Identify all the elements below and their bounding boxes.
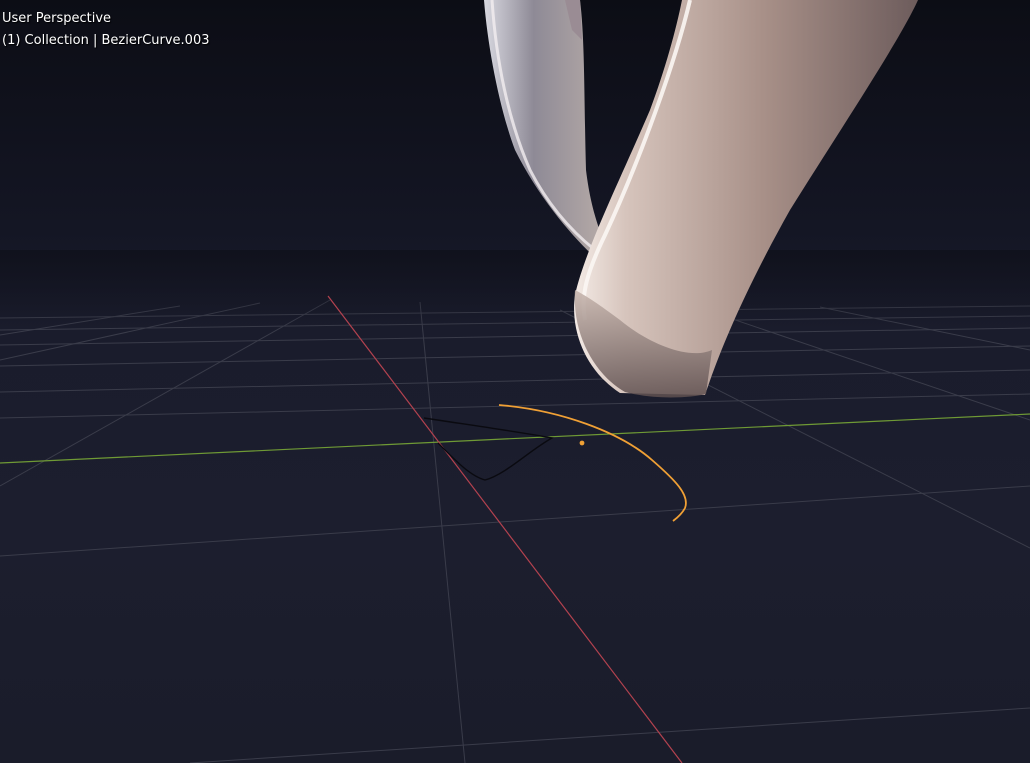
object-origin-point[interactable]	[579, 440, 585, 446]
tube-mesh[interactable]	[484, 0, 918, 398]
scene-canvas[interactable]	[0, 0, 1030, 763]
active-object-label: (1) Collection | BezierCurve.003	[2, 33, 210, 48]
horizon-fog	[0, 250, 1030, 330]
3d-viewport[interactable]: User Perspective (1) Collection | Bezier…	[0, 0, 1030, 763]
view-perspective-label: User Perspective	[2, 11, 112, 26]
y-axis-line	[0, 413, 1030, 464]
viewport-info-overlay: User Perspective (1) Collection | Bezier…	[2, 8, 210, 52]
bezier-curve-unselected[interactable]	[423, 417, 555, 481]
bezier-curve-selected[interactable]	[498, 404, 687, 522]
floor-grid	[0, 299, 1030, 763]
tube-back-arm	[484, 0, 608, 262]
